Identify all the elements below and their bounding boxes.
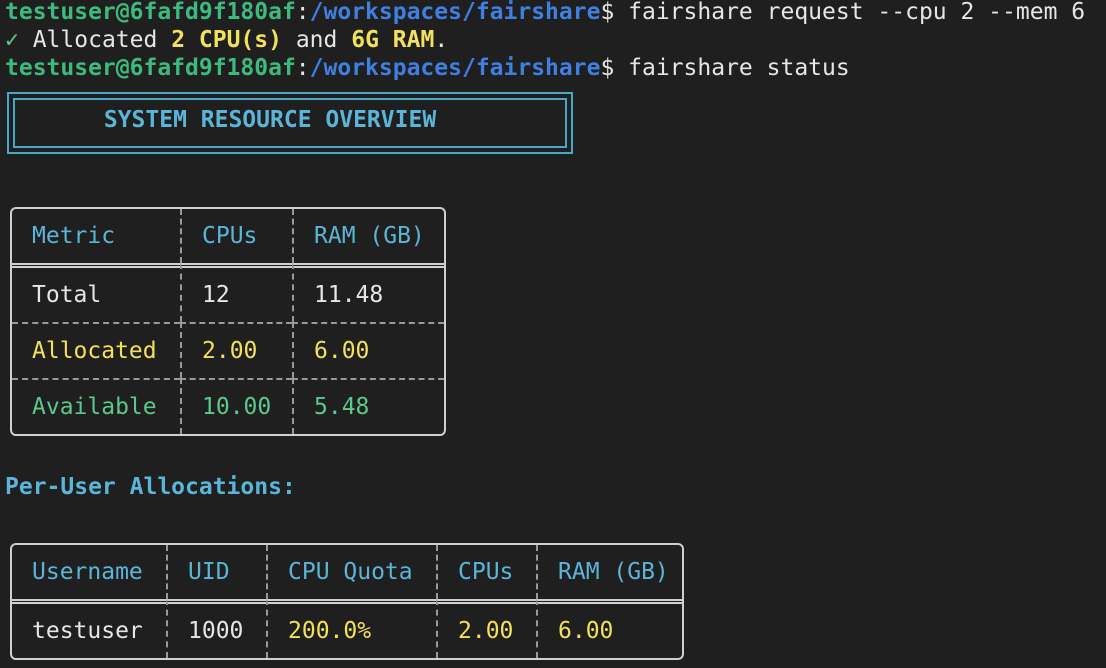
allocated-cpus: 2.00 [180, 322, 292, 378]
command-text: fairshare status [614, 55, 850, 81]
header-cell-cpus: CPUs [180, 209, 292, 263]
user-cpu-quota: 200.0% [266, 599, 436, 658]
terminal-output-line: ✓ Allocated 2 CPU(s) and 6G RAM. [5, 26, 448, 54]
metric-available: Available [12, 378, 180, 434]
header-cell-uid: UID [166, 545, 266, 599]
header-cell-ram: RAM (GB) [292, 209, 444, 263]
prompt-user-host: testuser@6fafd9f180af [5, 0, 296, 25]
total-ram: 11.48 [292, 263, 444, 322]
allocated-ram: 6.00 [292, 322, 444, 378]
per-user-table: Username UID CPU Quota CPUs RAM (GB) tes… [10, 543, 684, 660]
prompt-path: /workspaces/fairshare [309, 55, 601, 81]
user-username: testuser [12, 599, 166, 658]
available-ram: 5.48 [292, 378, 444, 434]
table-header-row: Username UID CPU Quota CPUs RAM (GB) [12, 545, 682, 599]
header-cell-ram: RAM (GB) [536, 545, 682, 599]
per-user-title: Per-User Allocations: [5, 474, 296, 500]
overview-header-box: SYSTEM RESOURCE OVERVIEW [7, 92, 573, 154]
header-cell-cpus: CPUs [436, 545, 536, 599]
output-text-a: Allocated [18, 27, 172, 53]
metric-allocated: Allocated [12, 322, 180, 378]
table-row: testuser 1000 200.0% 2.00 6.00 [12, 599, 682, 658]
available-cpus: 10.00 [180, 378, 292, 434]
header-cell-cpu-quota: CPU Quota [266, 545, 436, 599]
allocated-ram: 6G RAM [351, 27, 435, 53]
allocated-cpu: 2 CPU(s) [171, 27, 282, 53]
output-text-c: . [434, 27, 449, 53]
prompt-separator: : [295, 55, 310, 81]
table-header-row: Metric CPUs RAM (GB) [12, 209, 444, 263]
table-row: Available 10.00 5.48 [12, 378, 444, 434]
user-ram: 6.00 [536, 599, 682, 658]
overview-title: SYSTEM RESOURCE OVERVIEW [103, 107, 437, 133]
header-cell-metric: Metric [32, 223, 116, 249]
overview-table: Metric CPUs RAM (GB) Total 12 11.48 Allo… [10, 207, 446, 436]
prompt-separator: : [295, 0, 310, 25]
prompt-path: /workspaces/fairshare [309, 0, 601, 25]
user-cpus: 2.00 [436, 599, 536, 658]
metric-total: Total [12, 263, 180, 322]
prompt-dollar: $ [600, 0, 615, 25]
header-cell-username: Username [32, 559, 143, 585]
command-text: fairshare request --cpu 2 --mem 6 [614, 0, 1086, 25]
table-row: Allocated 2.00 6.00 [12, 322, 444, 378]
output-text-b: and [281, 27, 352, 53]
table-row: Total 12 11.48 [12, 263, 444, 322]
terminal-command-line-1: testuser@6fafd9f180af:/workspaces/fairsh… [5, 0, 1085, 26]
user-uid: 1000 [166, 599, 266, 658]
terminal-command-line-2: testuser@6fafd9f180af:/workspaces/fairsh… [5, 54, 850, 82]
prompt-user-host: testuser@6fafd9f180af [5, 55, 296, 81]
check-icon: ✓ [5, 27, 19, 53]
prompt-dollar: $ [600, 55, 615, 81]
total-cpus: 12 [180, 263, 292, 322]
